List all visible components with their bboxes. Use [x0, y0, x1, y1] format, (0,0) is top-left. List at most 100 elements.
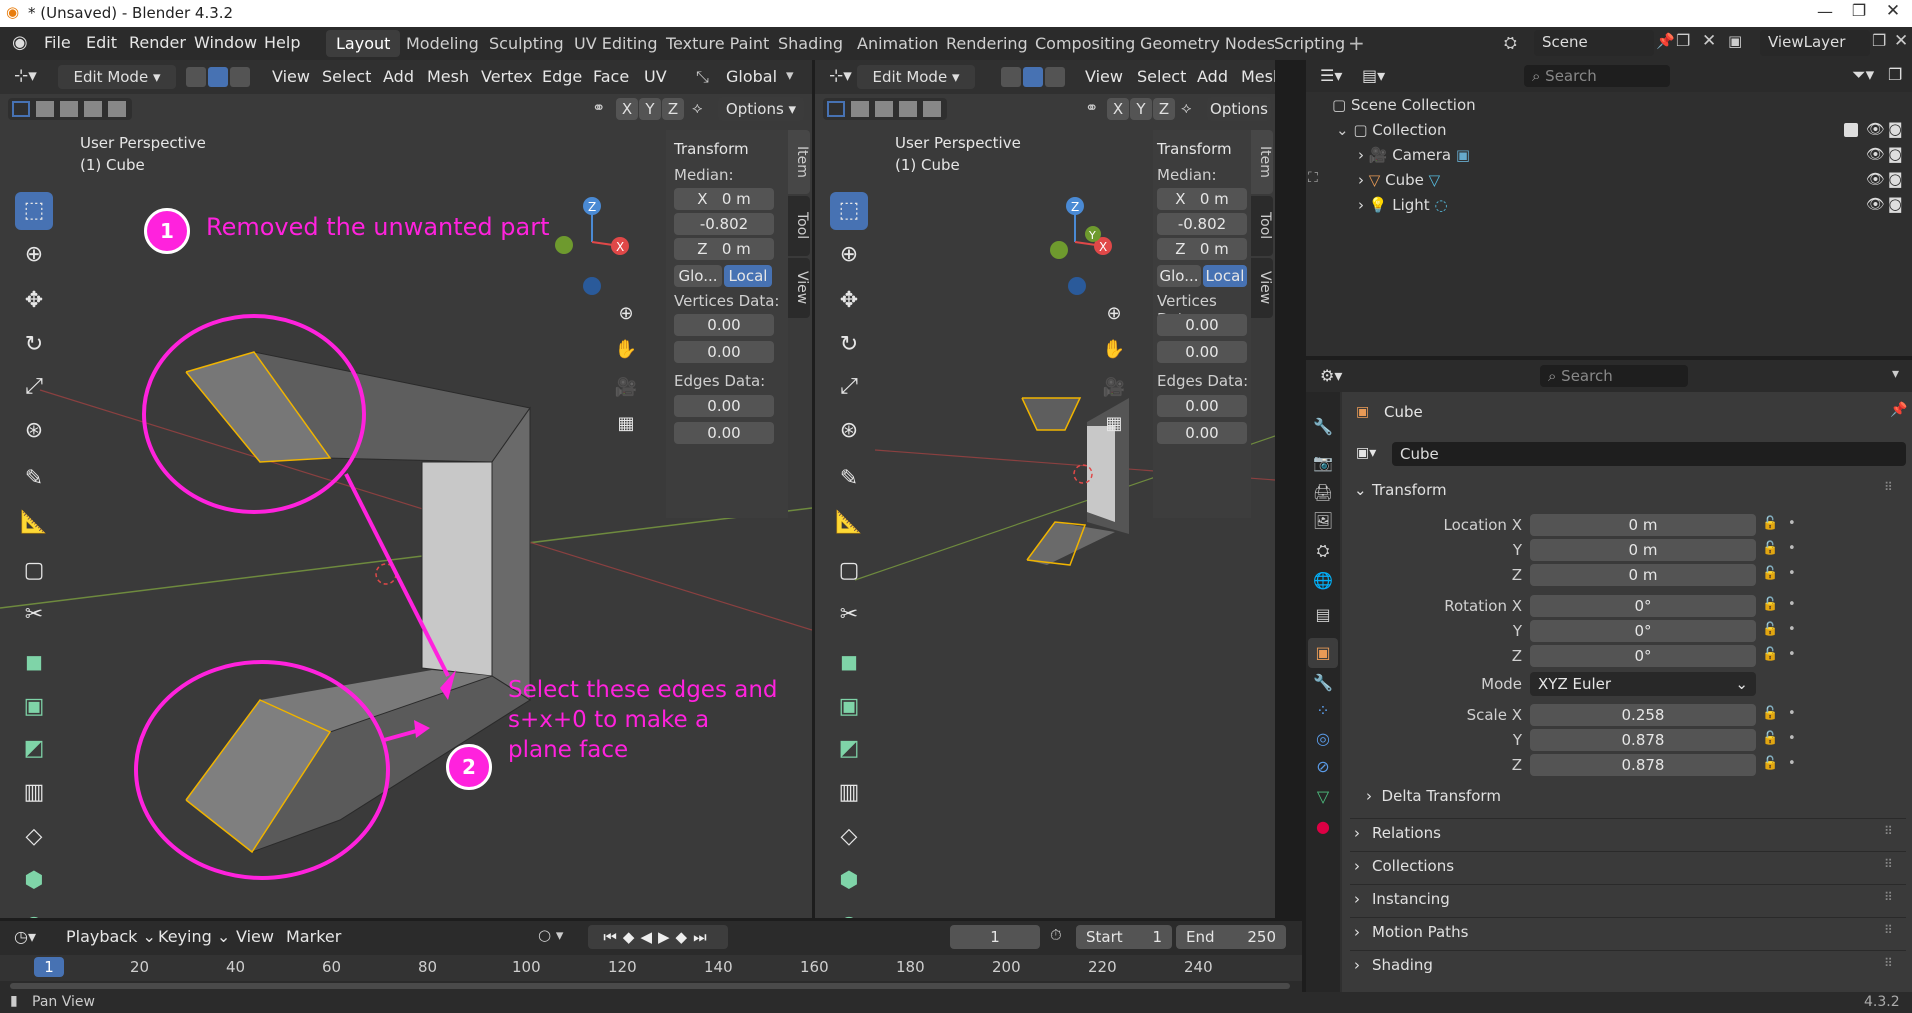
camera-render-icon[interactable]: ◙ [1888, 120, 1903, 138]
camera-render-icon[interactable]: ◙ [1888, 170, 1903, 188]
new-scene-icon[interactable]: ❐ [1676, 31, 1690, 50]
measure-tool-icon[interactable]: 📐 [830, 504, 868, 542]
sidebar-tab-view[interactable]: View [1251, 258, 1273, 318]
rotation-y-field[interactable]: 0° [1530, 620, 1756, 642]
extrude-tool-icon[interactable]: ◼ [15, 644, 53, 682]
add-cube-tool-icon[interactable]: ▢ [830, 552, 868, 590]
sidebar-tab-item[interactable]: Item [788, 130, 810, 194]
timeline-scrollbar[interactable] [10, 983, 1290, 989]
camera-render-icon[interactable]: ◙ [1888, 195, 1903, 213]
scale-tool-icon[interactable]: ⤢ [15, 368, 53, 406]
tab-animation[interactable]: Animation [847, 30, 949, 57]
cursor-tool-icon[interactable]: ⊕ [830, 236, 868, 274]
menu-render[interactable]: Render [129, 33, 186, 52]
pan-hand-icon[interactable]: ✋ [610, 334, 642, 366]
constraints-tab-icon[interactable]: ⊘ [1308, 752, 1338, 782]
lock-icon[interactable]: 🔓 [1762, 541, 1778, 556]
lock-icon[interactable]: 🔓 [1762, 597, 1778, 612]
median-y-field[interactable]: -0.802 [1157, 213, 1247, 235]
poly-build-tool-icon[interactable]: ◇ [830, 818, 868, 856]
lock-icon[interactable]: 🔓 [1762, 566, 1778, 581]
menu-edit[interactable]: Edit [86, 33, 117, 52]
jump-end-icon[interactable]: ⏭ [693, 928, 713, 946]
knife-tool-icon[interactable]: ✂ [15, 596, 53, 634]
timeline-menu-playback[interactable]: Playback ⌄ [66, 927, 156, 946]
median-x-field[interactable]: X 0 m [1157, 188, 1247, 210]
loop-cut-tool-icon[interactable]: ▥ [830, 774, 868, 812]
motion-paths-panel[interactable]: › Motion Paths ⠿ [1350, 917, 1906, 945]
modifier-tab-icon[interactable]: 🔧 [1308, 668, 1338, 698]
camera-render-icon[interactable]: ◙ [1888, 145, 1903, 163]
render-tab-icon[interactable]: 📷 [1308, 448, 1338, 478]
properties-search[interactable]: ⌕ Search [1540, 365, 1688, 387]
chevron-down-icon[interactable]: ⌄ [1336, 121, 1353, 139]
output-tab-icon[interactable]: 🖨 [1308, 478, 1338, 508]
menu-window[interactable]: Window [194, 33, 257, 52]
edges-data-field-1[interactable]: 0.00 [674, 395, 774, 417]
keyframe-dot-icon[interactable]: • [1788, 541, 1796, 556]
lock-icon[interactable]: 🔓 [1762, 756, 1778, 771]
object-name-field[interactable]: Cube [1392, 442, 1906, 466]
rotate-tool-icon[interactable]: ↻ [15, 326, 53, 364]
local-toggle[interactable]: Local [724, 265, 772, 287]
world-tab-icon[interactable]: 🌐 [1308, 566, 1338, 596]
vertices-data-field-2[interactable]: 0.00 [674, 341, 774, 363]
blender-menu-icon[interactable]: ◉ [12, 32, 28, 53]
shading-panel[interactable]: › Shading ⠿ [1350, 950, 1906, 978]
chevron-down-icon[interactable]: ▾ [1892, 366, 1899, 382]
add-workspace-icon[interactable]: + [1348, 31, 1365, 55]
playback-controls[interactable]: ⏮◆◀▶◆⏭ [588, 925, 728, 949]
collection-tab-icon[interactable]: ▤ [1308, 600, 1338, 630]
rotation-z-field[interactable]: 0° [1530, 645, 1756, 667]
sidebar-tab-tool[interactable]: Tool [788, 196, 810, 256]
add-cube-tool-icon[interactable]: ▢ [15, 552, 53, 590]
lock-icon[interactable]: 🔓 [1762, 622, 1778, 637]
drag-handle-icon[interactable]: ⠿ [1884, 480, 1893, 494]
keyframe-dot-icon[interactable]: • [1788, 566, 1796, 581]
physics-tab-icon[interactable]: ◎ [1308, 724, 1338, 754]
start-frame-field[interactable]: Start 1 [1076, 925, 1172, 949]
scene-field[interactable]: Scene [1534, 30, 1654, 56]
move-tool-icon[interactable]: ✥ [830, 282, 868, 320]
menu-help[interactable]: Help [264, 33, 300, 52]
view-layer-icon[interactable]: ▣ [1728, 32, 1742, 50]
collections-panel[interactable]: › Collections ⠿ [1350, 851, 1906, 879]
scale-z-field[interactable]: 0.878 [1530, 754, 1756, 776]
transform-tool-icon[interactable]: ⊛ [15, 412, 53, 450]
material-tab-icon[interactable]: ● [1308, 812, 1338, 842]
tab-compositing[interactable]: Compositing [1025, 30, 1145, 57]
outliner-item-light[interactable]: › 💡 Light ◌ [1358, 196, 1448, 220]
timeline-menu-view[interactable]: View [236, 927, 274, 946]
eye-icon[interactable]: 👁 [1866, 170, 1885, 188]
local-toggle[interactable]: Local [1203, 265, 1247, 287]
delta-transform-panel[interactable]: › Delta Transform [1366, 786, 1906, 812]
lock-icon[interactable]: 🔓 [1762, 731, 1778, 746]
delete-view-layer-icon[interactable]: ✕ [1894, 31, 1908, 51]
measure-tool-icon[interactable]: 📐 [15, 504, 53, 542]
timeline-editor-icon[interactable]: ◷▾ [14, 927, 36, 946]
drag-handle-icon[interactable]: ⠿ [1884, 890, 1893, 904]
edges-data-field-2[interactable]: 0.00 [674, 422, 774, 444]
auto-keying-icon[interactable]: ○ ▾ [538, 926, 563, 944]
tab-layout[interactable]: Layout [326, 30, 401, 57]
particles-tab-icon[interactable]: ⁘ [1308, 696, 1338, 726]
select-box-tool-icon[interactable]: ⬚ [830, 192, 868, 230]
new-view-layer-icon[interactable]: ❐ [1872, 31, 1886, 50]
inset-tool-icon[interactable]: ▣ [15, 688, 53, 726]
location-z-field[interactable]: 0 m [1530, 564, 1756, 586]
nav-gizmo[interactable]: Z X Y [1033, 190, 1123, 300]
location-y-field[interactable]: 0 m [1530, 539, 1756, 561]
vertices-data-field-1[interactable]: 0.00 [1157, 314, 1247, 336]
object-tab-icon[interactable]: ▣ [1308, 638, 1338, 668]
keyframe-dot-icon[interactable]: • [1788, 756, 1796, 771]
timeline-menu-marker[interactable]: Marker [286, 927, 341, 946]
jump-start-icon[interactable]: ⏮ [603, 928, 623, 946]
lock-icon[interactable]: 🔓 [1762, 647, 1778, 662]
keyframe-dot-icon[interactable]: • [1788, 731, 1796, 746]
knife-tool-icon[interactable]: ✂ [830, 596, 868, 634]
poly-build-tool-icon[interactable]: ◇ [15, 818, 53, 856]
transform-panel-title[interactable]: Transform [674, 140, 749, 158]
vertices-data-field-1[interactable]: 0.00 [674, 314, 774, 336]
menu-file[interactable]: File [44, 33, 71, 52]
drag-handle-icon[interactable]: ⠿ [1884, 956, 1893, 970]
